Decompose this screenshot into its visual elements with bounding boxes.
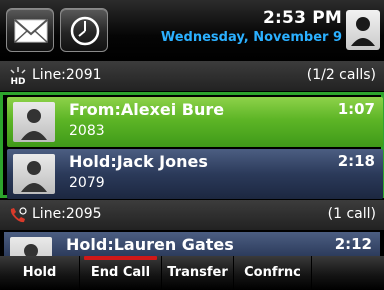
transfer-softkey[interactable]: Transfer [162, 256, 234, 290]
call-number: 2079 [69, 175, 105, 191]
line-label: Line:2091 [32, 67, 102, 83]
call-timer: 2:18 [337, 152, 375, 170]
phone-handset-icon [8, 205, 28, 229]
end-call-indicator [84, 256, 157, 260]
softkey-label: Transfer [167, 265, 228, 280]
call-timer: 1:07 [337, 100, 375, 118]
softkey-bar: Hold End Call Transfer Confrnc [0, 256, 384, 290]
line-call-count: (1 call) [327, 206, 376, 222]
messages-button[interactable] [6, 8, 54, 52]
line-label: Line:2095 [32, 206, 102, 222]
hd-audio-icon: HD [8, 66, 28, 90]
line-calls-panel: From:Alexei Bure 2083 1:07 Hold:Jack Jon… [0, 92, 384, 199]
svg-text:HD: HD [10, 77, 25, 86]
call-name: From:Alexei Bure [69, 100, 225, 119]
clock-time: 2:53 PM [263, 8, 342, 28]
call-row-hold[interactable]: Hold:Jack Jones 2079 2:18 [7, 149, 383, 199]
softkey-label: End Call [90, 265, 151, 280]
end-call-softkey[interactable]: End Call [80, 256, 162, 290]
empty-softkey[interactable] [312, 256, 384, 290]
call-name: Hold:Lauren Gates [66, 235, 234, 254]
call-row-hold-partial[interactable]: Hold:Lauren Gates 2:12 [4, 232, 380, 256]
call-number: 2083 [69, 123, 105, 139]
clock-date: Wednesday, November 9 [160, 30, 342, 45]
envelope-icon [14, 19, 48, 43]
call-timer: 2:12 [334, 235, 372, 253]
recent-calls-button[interactable] [60, 8, 108, 52]
softkey-label: Confrnc [244, 265, 301, 280]
contact-avatar-icon [13, 102, 55, 142]
call-name: Hold:Jack Jones [69, 152, 208, 171]
call-row-active[interactable]: From:Alexei Bure 2083 1:07 [7, 97, 383, 147]
user-avatar-icon[interactable] [346, 10, 380, 50]
conference-softkey[interactable]: Confrnc [234, 256, 312, 290]
contact-avatar-icon [10, 237, 52, 256]
contact-avatar-icon [13, 154, 55, 194]
line-header-2095[interactable]: Line:2095 (1 call) [0, 200, 384, 230]
hold-softkey[interactable]: Hold [0, 256, 80, 290]
status-bar: 2:53 PM Wednesday, November 9 [0, 0, 384, 60]
line-call-count: (1/2 calls) [306, 67, 376, 83]
clock-icon [70, 16, 100, 46]
line-header-2091[interactable]: HD Line:2091 (1/2 calls) [0, 61, 384, 91]
softkey-label: Hold [22, 265, 57, 280]
